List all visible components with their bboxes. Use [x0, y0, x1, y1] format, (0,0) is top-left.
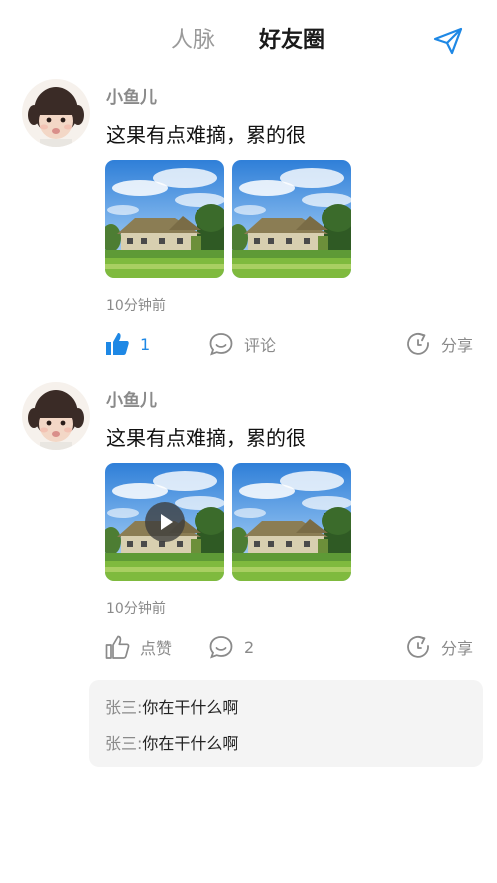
- comment-button[interactable]: 2: [208, 633, 254, 661]
- comment-button[interactable]: 评论: [208, 330, 276, 358]
- comment-user[interactable]: 张三:: [105, 694, 142, 718]
- avatar[interactable]: [22, 382, 90, 450]
- post-text: 这果有点难摘，累的很: [106, 426, 306, 450]
- comment-icon: [209, 333, 233, 356]
- share-label: 分享: [441, 336, 474, 355]
- share-refresh-icon: [407, 636, 429, 658]
- paper-plane-icon[interactable]: [432, 26, 464, 56]
- comment-text: 你在干什么啊: [142, 698, 239, 717]
- post-image[interactable]: [232, 160, 351, 278]
- comment-item[interactable]: 张三: 你在干什么啊: [105, 730, 238, 754]
- tab-contacts[interactable]: 人脉: [171, 26, 215, 56]
- post-time: 10分钟前: [106, 298, 166, 314]
- thumbs-up-icon: [106, 333, 129, 355]
- share-refresh-icon: [407, 333, 429, 355]
- tab-friends-circle[interactable]: 好友圈: [259, 26, 325, 56]
- comment-label: 评论: [244, 336, 277, 355]
- post-time: 10分钟前: [106, 601, 166, 617]
- comment-user[interactable]: 张三:: [105, 730, 142, 754]
- avatar[interactable]: [22, 79, 90, 147]
- post-username[interactable]: 小鱼儿: [106, 83, 157, 108]
- like-button[interactable]: 点赞: [104, 633, 172, 661]
- comment-text: 你在干什么啊: [142, 734, 239, 753]
- share-button[interactable]: 分享: [405, 330, 473, 358]
- post-text: 这果有点难摘，累的很: [106, 123, 306, 147]
- like-button[interactable]: 1: [104, 330, 150, 358]
- comment-icon: [209, 636, 233, 659]
- top-header: 人脉 好友圈: [0, 0, 497, 80]
- comment-count: 2: [244, 637, 255, 657]
- comment-list: 张三: 你在干什么啊 张三: 你在干什么啊: [89, 680, 483, 767]
- share-label: 分享: [441, 639, 474, 658]
- share-button[interactable]: 分享: [405, 633, 473, 661]
- comment-item[interactable]: 张三: 你在干什么啊: [105, 694, 238, 718]
- post-username[interactable]: 小鱼儿: [106, 386, 157, 411]
- post-image[interactable]: [232, 463, 351, 581]
- thumbs-up-icon: [105, 635, 130, 659]
- like-label: 点赞: [140, 639, 173, 658]
- play-icon[interactable]: [145, 502, 185, 542]
- post-image[interactable]: [105, 160, 224, 278]
- like-count: 1: [140, 334, 151, 354]
- post-video[interactable]: [105, 463, 224, 581]
